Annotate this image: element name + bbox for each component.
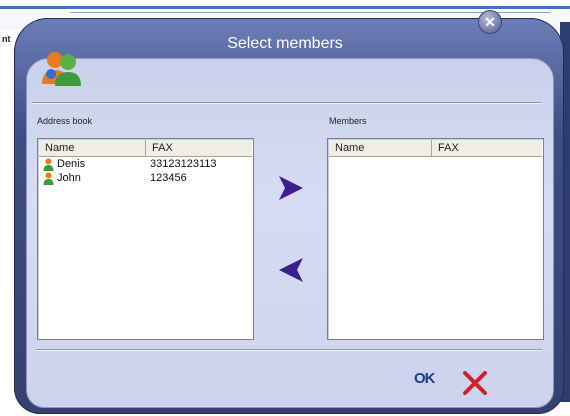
header-separator [32, 102, 542, 104]
arrow-right-icon [279, 176, 303, 200]
column-header-name[interactable]: Name [329, 140, 432, 156]
footer-separator [36, 349, 542, 351]
ok-button[interactable]: OK [414, 370, 444, 392]
address-book-header: Name FAX [39, 140, 252, 157]
person-icon [43, 172, 54, 185]
close-button[interactable]: ✕ [478, 10, 502, 34]
address-book-label: Address book [37, 116, 93, 126]
address-book-list[interactable]: Name FAX Denis 33123123113 John 123456 [37, 138, 254, 340]
members-label: Members [329, 116, 367, 126]
column-header-fax[interactable]: FAX [432, 140, 542, 156]
column-header-name[interactable]: Name [39, 140, 146, 156]
background-titlebar-line [0, 6, 570, 9]
list-item[interactable]: John 123456 [39, 172, 252, 185]
members-header: Name FAX [329, 140, 542, 157]
background-divider [70, 12, 550, 13]
person-icon [43, 158, 54, 171]
add-member-button[interactable] [276, 174, 306, 202]
group-icon [42, 52, 81, 86]
close-icon: ✕ [484, 14, 496, 30]
remove-member-button[interactable] [276, 256, 306, 284]
cancel-button[interactable] [460, 369, 490, 397]
contact-fax: 123456 [150, 172, 187, 184]
contact-fax: 33123123113 [150, 158, 217, 170]
list-item[interactable]: Denis 33123123113 [39, 158, 252, 171]
members-list[interactable]: Name FAX [327, 138, 544, 340]
cancel-x-icon [463, 371, 487, 395]
contact-name: Denis [57, 158, 86, 170]
column-header-fax[interactable]: FAX [146, 140, 252, 156]
arrow-left-icon [279, 258, 303, 282]
contact-name: John [57, 172, 81, 184]
